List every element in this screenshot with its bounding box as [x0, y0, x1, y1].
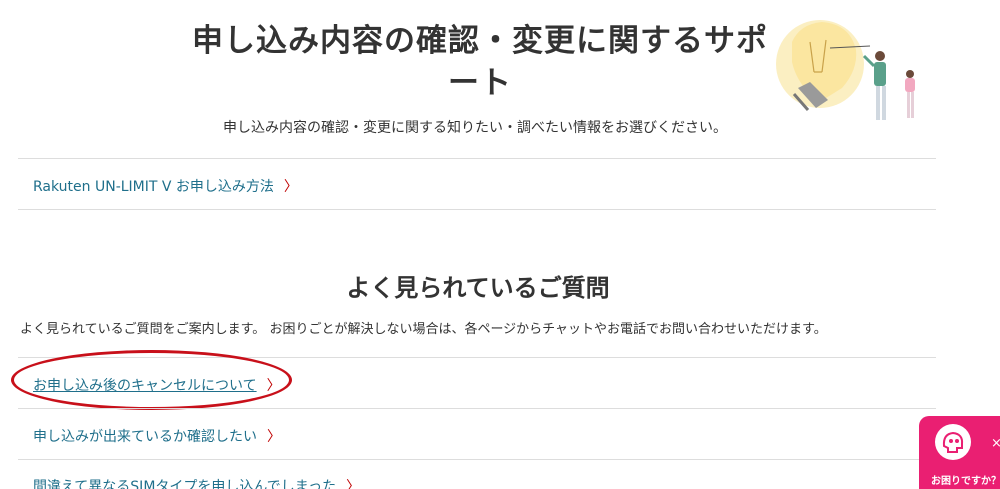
page-title: 申し込み内容の確認・変更に関するサポート: [192, 23, 768, 101]
divider: [18, 158, 936, 159]
faq-heading: よく見られているご質問: [346, 274, 610, 302]
faq-description: よく見られているご質問をご案内します。 お困りごとが解決しない場合は、各ページか…: [20, 322, 827, 337]
robot-head-icon: [935, 424, 971, 460]
link-label: 間違えて異なるSIMタイプを申し込んでしまった: [33, 479, 337, 489]
link-label: Rakuten UN-LIMIT V お申し込み方法: [33, 179, 274, 195]
faq-link-cancel-after-application[interactable]: お申し込み後のキャンセルについて〉: [33, 375, 281, 395]
chevron-right-icon: 〉: [283, 179, 298, 195]
faq-link-check-application-status[interactable]: 申し込みが出来ているか確認したい〉: [33, 426, 281, 446]
chevron-right-icon: 〉: [346, 479, 361, 489]
chevron-right-icon: 〉: [266, 378, 281, 394]
faq-link-wrong-sim-type[interactable]: 間違えて異なるSIMタイプを申し込んでしまった〉: [33, 476, 360, 489]
link-label: 申し込みが出来ているか確認したい: [33, 429, 257, 445]
help-widget-label: お困りですか？: [931, 476, 1000, 487]
help-chat-widget[interactable]: × お困りですか？: [919, 416, 1000, 489]
chevron-right-icon: 〉: [267, 429, 281, 445]
close-icon[interactable]: ×: [991, 436, 1000, 451]
page-subtitle: 申し込み内容の確認・変更に関する知りたい・調べたい情報をお選びください。: [223, 120, 727, 136]
link-rakuten-unlimit-application[interactable]: Rakuten UN-LIMIT V お申し込み方法〉: [33, 176, 298, 196]
divider: [18, 357, 936, 358]
divider: [18, 408, 936, 409]
divider: [18, 459, 936, 460]
lightbulb-people-illustration: [776, 20, 915, 120]
divider: [18, 209, 936, 210]
link-label: お申し込み後のキャンセルについて: [33, 378, 257, 394]
page: 申し込み内容の確認・変更に関するサポート 申し込み内容の確認・変更に関する知りた…: [0, 0, 1000, 489]
